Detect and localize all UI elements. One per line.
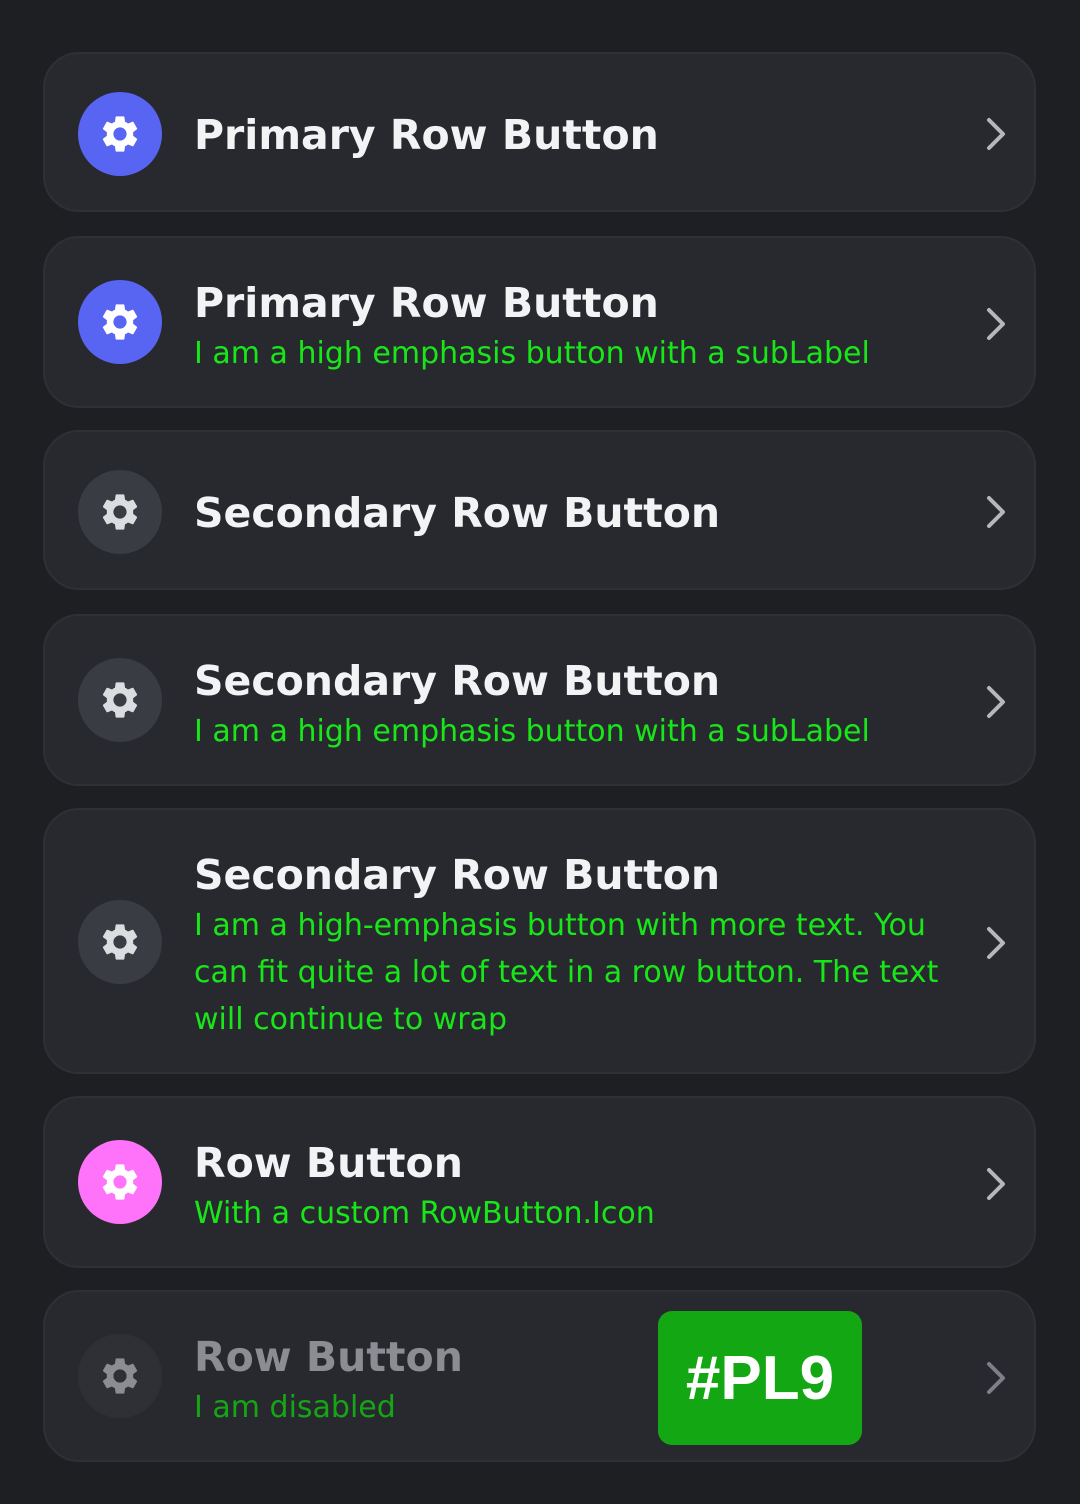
row-button-disabled: Row Button I am disabled	[43, 1290, 1036, 1462]
row-button-primary-sublabel[interactable]: Primary Row Button I am a high emphasis …	[43, 236, 1036, 408]
chevron-right-icon	[985, 1360, 1009, 1396]
row-text: Row Button With a custom RowButton.Icon	[194, 1136, 954, 1237]
gear-icon	[78, 1140, 162, 1224]
row-label: Secondary Row Button	[194, 657, 721, 705]
row-label: Primary Row Button	[194, 279, 659, 327]
row-label: Row Button	[194, 1139, 463, 1187]
row-sublabel: I am a high emphasis button with a subLa…	[194, 714, 870, 749]
row-sublabel: I am a high-emphasis button with more te…	[194, 908, 939, 1037]
chevron-right-icon	[985, 116, 1009, 152]
row-button-custom-icon[interactable]: Row Button With a custom RowButton.Icon	[43, 1096, 1036, 1268]
row-text: Secondary Row Button I am a high emphasi…	[194, 654, 954, 755]
gear-icon	[78, 92, 162, 176]
row-sublabel: With a custom RowButton.Icon	[194, 1196, 655, 1231]
row-label: Primary Row Button	[194, 111, 659, 159]
row-text: Secondary Row Button I am a high-emphasi…	[194, 848, 944, 1043]
gear-icon	[78, 280, 162, 364]
row-button-secondary-sublabel[interactable]: Secondary Row Button I am a high emphasi…	[43, 614, 1036, 786]
chevron-right-icon	[985, 925, 1009, 961]
gear-icon	[78, 900, 162, 984]
chevron-right-icon	[985, 494, 1009, 530]
chevron-right-icon	[985, 684, 1009, 720]
row-label: Secondary Row Button	[194, 489, 721, 537]
gear-icon	[78, 470, 162, 554]
row-text: Primary Row Button	[194, 108, 954, 162]
watermark-badge: #PL9	[658, 1311, 862, 1445]
row-sublabel: I am a high emphasis button with a subLa…	[194, 336, 870, 371]
row-button-secondary[interactable]: Secondary Row Button	[43, 430, 1036, 590]
gear-icon	[78, 658, 162, 742]
row-button-list: Primary Row Button Primary Row Button I …	[0, 0, 1080, 1504]
chevron-right-icon	[985, 1166, 1009, 1202]
chevron-right-icon	[985, 306, 1009, 342]
row-label: Secondary Row Button	[194, 851, 721, 899]
row-text: Primary Row Button I am a high emphasis …	[194, 276, 954, 377]
row-button-primary[interactable]: Primary Row Button	[43, 52, 1036, 212]
row-button-secondary-long-sublabel[interactable]: Secondary Row Button I am a high-emphasi…	[43, 808, 1036, 1074]
gear-icon	[78, 1334, 162, 1418]
row-text: Secondary Row Button	[194, 486, 954, 540]
